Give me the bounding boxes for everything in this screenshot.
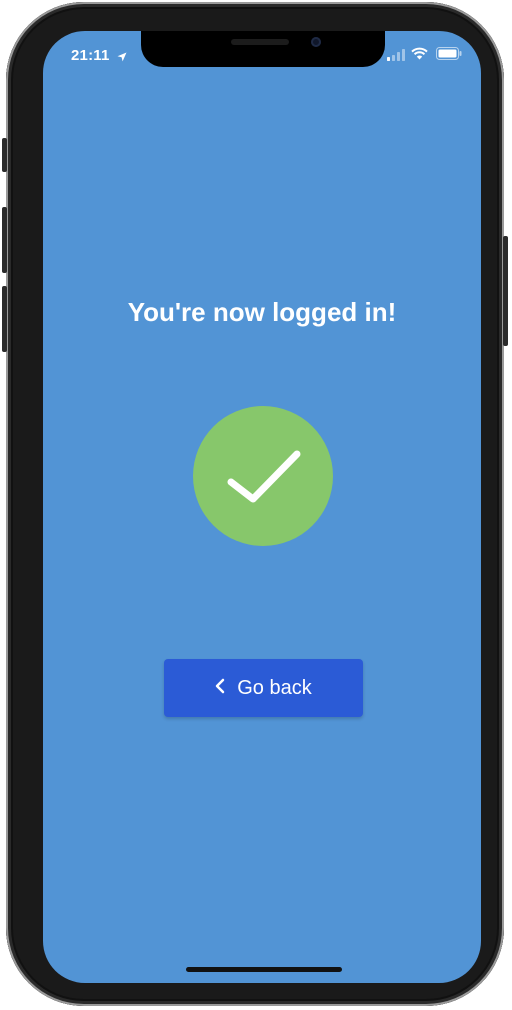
home-indicator[interactable] bbox=[186, 967, 342, 972]
checkmark-icon bbox=[227, 450, 301, 503]
cellular-signal-icon bbox=[387, 48, 406, 66]
app-screen: 21:11 You're now logged in! Go back bbox=[43, 31, 481, 983]
chevron-left-icon bbox=[215, 677, 225, 700]
status-time: 21:11 bbox=[71, 47, 110, 64]
speaker-grille bbox=[231, 39, 289, 45]
go-back-label: Go back bbox=[237, 676, 312, 699]
volume-up-button bbox=[2, 207, 7, 273]
go-back-button[interactable]: Go back bbox=[164, 659, 363, 717]
volume-down-button bbox=[2, 286, 7, 352]
page-title: You're now logged in! bbox=[127, 297, 397, 327]
success-badge bbox=[193, 406, 333, 546]
power-button bbox=[503, 236, 508, 346]
front-camera bbox=[311, 37, 321, 47]
battery-icon bbox=[436, 47, 462, 65]
notch bbox=[141, 31, 385, 67]
phone-frame: 21:11 You're now logged in! Go back bbox=[2, 2, 508, 1006]
location-arrow-icon bbox=[117, 49, 127, 67]
mute-switch bbox=[2, 138, 7, 172]
wifi-icon bbox=[411, 47, 428, 65]
